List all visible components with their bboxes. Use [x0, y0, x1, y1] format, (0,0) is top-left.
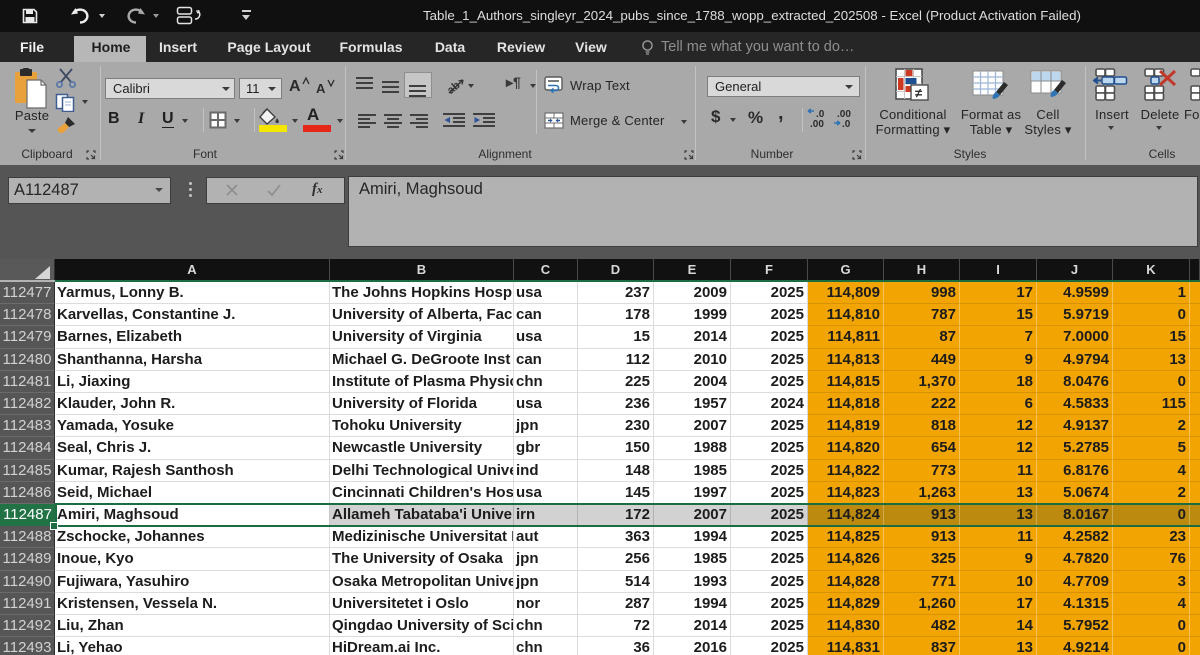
svg-text:≠: ≠ — [915, 86, 922, 101]
svg-text:.0: .0 — [842, 119, 851, 129]
svg-text:.00: .00 — [810, 119, 824, 129]
